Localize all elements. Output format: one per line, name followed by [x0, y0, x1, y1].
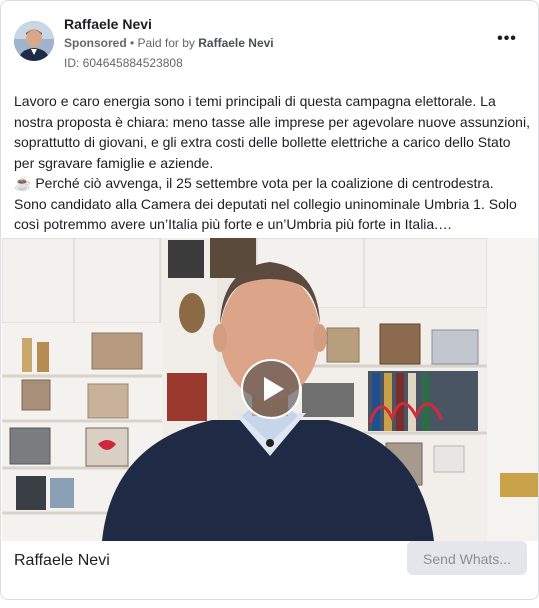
body-paragraph-1: Lavoro e caro energia sono i temi princi… [14, 93, 530, 171]
body-paragraph-2: ☕ Perché ciò avvenga, il 25 settembre vo… [14, 173, 530, 235]
footer-page-name[interactable]: Raffaele Nevi [14, 552, 110, 570]
ad-card: Raffaele Nevi Sponsored • Paid for by Ra… [0, 0, 539, 600]
play-icon [264, 377, 284, 401]
body-paragraph-2-text: Perché ciò avvenga, il 25 settembre vota… [14, 175, 517, 232]
ad-id: ID: 604645884523808 [64, 56, 183, 70]
more-options-icon[interactable]: ••• [493, 29, 521, 53]
coffee-emoji-icon: ☕ [14, 175, 32, 191]
send-whatsapp-button[interactable]: Send Whats... [407, 541, 527, 575]
paid-for-prefix: Paid for by [137, 36, 199, 50]
play-button[interactable] [241, 359, 301, 419]
separator: • [126, 36, 138, 50]
sponsored-label: Sponsored [64, 36, 127, 50]
video-player[interactable] [2, 238, 538, 541]
sponsored-line: Sponsored • Paid for by Raffaele Nevi [64, 36, 274, 50]
paid-for-name: Raffaele Nevi [198, 36, 274, 50]
page-name[interactable]: Raffaele Nevi [64, 16, 152, 32]
ad-body-text: Lavoro e caro energia sono i temi princi… [14, 91, 530, 235]
avatar[interactable] [14, 21, 54, 61]
